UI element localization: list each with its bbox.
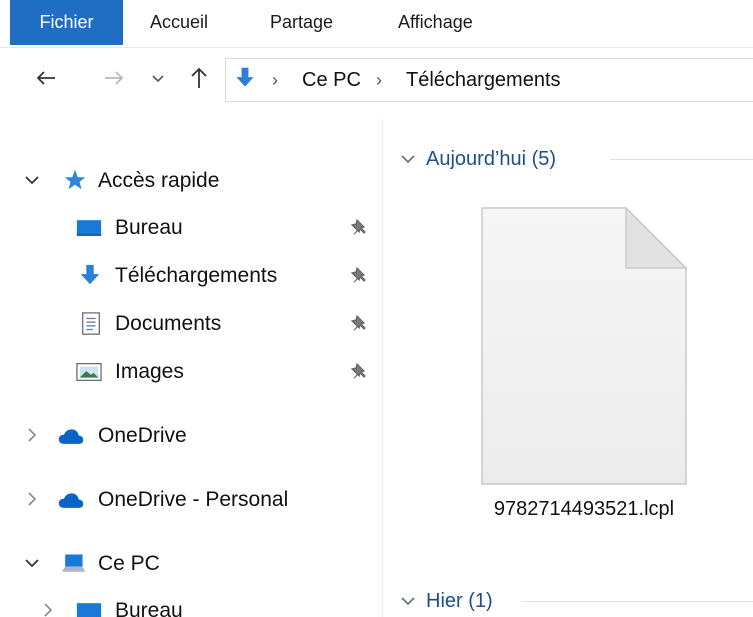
pictures-icon <box>76 362 102 382</box>
tree-label: Bureau <box>115 599 183 617</box>
tree-label: Images <box>115 360 184 383</box>
computer-icon <box>61 554 86 572</box>
cloud-icon <box>58 493 84 508</box>
group-header-yesterday[interactable]: Hier (1) <box>398 584 753 617</box>
sidebar-item-images[interactable]: Images <box>0 351 382 393</box>
tree-label: Ce PC <box>98 552 160 575</box>
sidebar-item-bureau[interactable]: Bureau <box>0 207 382 249</box>
forward-button[interactable] <box>96 60 132 96</box>
desktop-icon <box>76 220 102 236</box>
star-icon <box>64 169 86 190</box>
up-button[interactable] <box>182 60 216 96</box>
back-arrow-icon <box>36 71 55 85</box>
chevron-right-icon[interactable] <box>38 598 58 617</box>
breadcrumb-separator: › <box>376 70 382 90</box>
pin-icon <box>350 362 366 379</box>
tree-item-this-pc[interactable]: Ce PC <box>0 543 382 585</box>
sidebar-item-pc-bureau[interactable]: Bureau <box>0 590 382 617</box>
up-arrow-icon <box>191 67 207 88</box>
download-arrow-icon <box>236 67 254 87</box>
tree-item-quick-access[interactable]: Accès rapide <box>0 160 382 202</box>
tree-label: Téléchargements <box>115 264 278 287</box>
ribbon-tabs: Fichier Accueil Partage Affichage <box>0 0 753 48</box>
navigation-pane: Accès rapide Bureau Téléchargements Docu <box>0 118 383 617</box>
back-button[interactable] <box>28 60 64 96</box>
chevron-right-icon[interactable] <box>22 423 42 447</box>
download-arrow-icon <box>80 264 100 285</box>
tree-label: Bureau <box>115 216 183 239</box>
group-label: Aujourd’hui (5) <box>426 148 557 170</box>
chevron-down-icon <box>152 75 164 83</box>
tree-label: OneDrive - Personal <box>98 488 289 511</box>
tab-fichier[interactable]: Fichier <box>10 0 123 45</box>
pin-icon <box>350 266 366 283</box>
tree-item-onedrive-personal[interactable]: OneDrive - Personal <box>0 479 382 521</box>
cloud-icon <box>58 429 84 444</box>
address-row: › Ce PC › Téléchargements <box>0 48 753 110</box>
tree-label: Accès rapide <box>98 169 220 192</box>
tab-accueil[interactable]: Accueil <box>138 2 220 42</box>
breadcrumb-ce-pc[interactable]: Ce PC <box>302 59 361 101</box>
file-item[interactable]: 9782714493521.lcpl <box>464 198 704 538</box>
group-label: Hier (1) <box>426 590 493 612</box>
tab-partage[interactable]: Partage <box>258 2 345 42</box>
tree-label: Documents <box>115 312 222 335</box>
chevron-down-icon[interactable] <box>22 551 42 575</box>
file-name: 9782714493521.lcpl <box>493 498 675 520</box>
group-divider <box>610 159 753 160</box>
pin-icon <box>350 218 366 235</box>
recent-locations-button[interactable] <box>144 60 172 96</box>
desktop-icon <box>76 603 102 617</box>
breadcrumb-telechargements[interactable]: Téléchargements <box>406 59 561 101</box>
chevron-right-icon[interactable] <box>22 487 42 511</box>
pin-icon <box>350 314 366 331</box>
sidebar-item-documents[interactable]: Documents <box>0 303 382 345</box>
sidebar-item-telechargements[interactable]: Téléchargements <box>0 255 382 297</box>
chevron-down-icon[interactable] <box>398 589 418 613</box>
document-icon <box>82 312 100 335</box>
tab-affichage[interactable]: Affichage <box>386 2 485 42</box>
tree-item-onedrive[interactable]: OneDrive <box>0 415 382 457</box>
chevron-down-icon[interactable] <box>398 147 418 171</box>
forward-arrow-icon <box>105 71 124 85</box>
content-pane: Aujourd’hui (5) 9782714493521.lcpl Hier … <box>384 118 753 617</box>
address-bar[interactable]: › Ce PC › Téléchargements <box>225 58 753 102</box>
generic-file-icon <box>481 206 688 485</box>
chevron-down-icon[interactable] <box>22 168 42 192</box>
tree-label: OneDrive <box>98 424 187 447</box>
breadcrumb-separator: › <box>272 70 278 90</box>
group-divider <box>522 601 753 602</box>
group-header-today[interactable]: Aujourd’hui (5) <box>398 142 753 176</box>
